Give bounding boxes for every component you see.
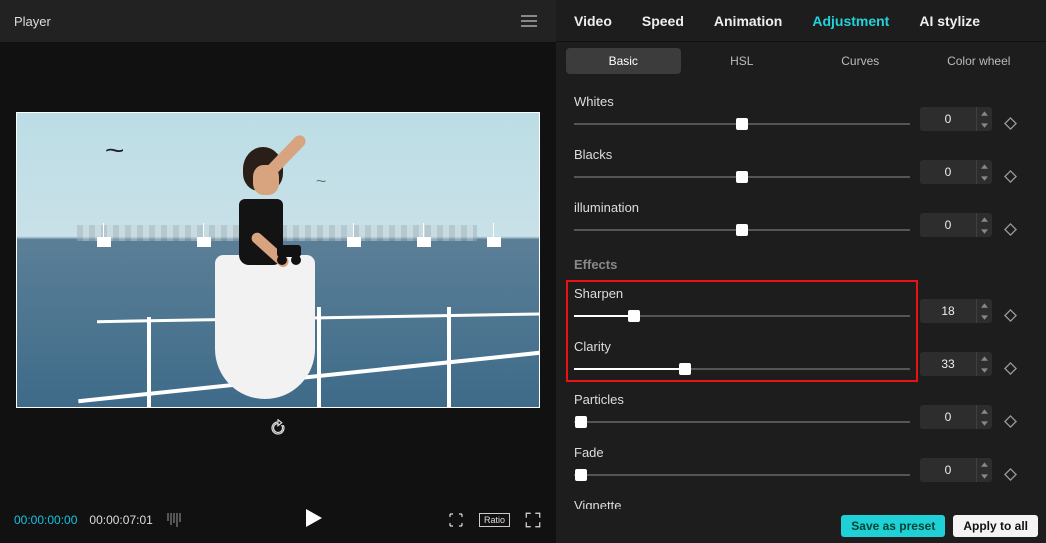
stepper-clarity[interactable] xyxy=(976,352,992,376)
chevron-up-icon xyxy=(977,299,992,311)
param-sharpen: Sharpen 18 xyxy=(556,278,1046,331)
tab-video[interactable]: Video xyxy=(574,13,612,29)
fullscreen-icon[interactable] xyxy=(524,511,542,529)
subtab-hsl[interactable]: HSL xyxy=(685,48,800,74)
param-particles: Particles 0 xyxy=(556,384,1046,437)
label-fade: Fade xyxy=(574,445,910,460)
chevron-down-icon xyxy=(977,470,992,482)
save-preset-button[interactable]: Save as preset xyxy=(841,515,945,537)
label-illumination: illumination xyxy=(574,200,910,215)
keyframe-blacks[interactable] xyxy=(1002,168,1018,184)
player-menu-button[interactable] xyxy=(516,8,542,34)
preview-frame[interactable]: ~ ~ xyxy=(16,112,540,408)
crop-icon[interactable] xyxy=(447,511,465,529)
subtab-basic[interactable]: Basic xyxy=(566,48,681,74)
chevron-up-icon xyxy=(977,160,992,172)
subtab-color-wheel[interactable]: Color wheel xyxy=(922,48,1037,74)
label-clarity: Clarity xyxy=(574,339,910,354)
chevron-down-icon xyxy=(977,311,992,323)
play-button[interactable] xyxy=(306,509,322,532)
apply-all-button[interactable]: Apply to all xyxy=(953,515,1038,537)
time-total: 00:00:07:01 xyxy=(89,513,152,527)
slider-particles[interactable] xyxy=(574,415,910,429)
slider-whites[interactable] xyxy=(574,117,910,131)
player-controls: 00:00:00:00 00:00:07:01 Ratio xyxy=(0,497,556,543)
stepper-illumination[interactable] xyxy=(976,213,992,237)
chevron-up-icon xyxy=(977,352,992,364)
slider-sharpen[interactable] xyxy=(574,309,910,323)
tab-animation[interactable]: Animation xyxy=(714,13,782,29)
chevron-down-icon xyxy=(977,417,992,429)
adjustment-panel: Video Speed Animation Adjustment AI styl… xyxy=(556,0,1046,543)
preview-area: ~ ~ xyxy=(0,42,556,497)
audio-meter-icon xyxy=(167,513,181,527)
adjust-body: Whites 0 Blacks xyxy=(556,80,1046,509)
keyframe-sharpen[interactable] xyxy=(1002,307,1018,323)
label-whites: Whites xyxy=(574,94,910,109)
player-panel: Player ~ ~ xyxy=(0,0,556,543)
label-sharpen: Sharpen xyxy=(574,286,910,301)
chevron-up-icon xyxy=(977,458,992,470)
chevron-down-icon xyxy=(977,364,992,376)
keyframe-clarity[interactable] xyxy=(1002,360,1018,376)
keyframe-whites[interactable] xyxy=(1002,115,1018,131)
slider-blacks[interactable] xyxy=(574,170,910,184)
sub-tabs: Basic HSL Curves Color wheel xyxy=(556,42,1046,80)
param-whites: Whites 0 xyxy=(556,86,1046,139)
keyframe-particles[interactable] xyxy=(1002,413,1018,429)
aspect-ratio-button[interactable]: Ratio xyxy=(479,513,510,527)
tab-adjustment[interactable]: Adjustment xyxy=(812,13,889,29)
player-title: Player xyxy=(14,14,51,29)
param-blacks: Blacks 0 xyxy=(556,139,1046,192)
slider-illumination[interactable] xyxy=(574,223,910,237)
stepper-whites[interactable] xyxy=(976,107,992,131)
chevron-down-icon xyxy=(977,225,992,237)
tab-ai-stylize[interactable]: AI stylize xyxy=(919,13,980,29)
refresh-icon[interactable] xyxy=(269,419,287,437)
param-illumination: illumination 0 xyxy=(556,192,1046,245)
value-illumination[interactable]: 0 xyxy=(920,213,992,237)
stepper-fade[interactable] xyxy=(976,458,992,482)
tab-speed[interactable]: Speed xyxy=(642,13,684,29)
slider-fade[interactable] xyxy=(574,468,910,482)
keyframe-fade[interactable] xyxy=(1002,466,1018,482)
param-clarity: Clarity 33 xyxy=(556,331,1046,384)
subtab-curves[interactable]: Curves xyxy=(803,48,918,74)
label-particles: Particles xyxy=(574,392,910,407)
label-vignette: Vignette xyxy=(574,498,910,509)
chevron-down-icon xyxy=(977,119,992,131)
keyframe-illumination[interactable] xyxy=(1002,221,1018,237)
chevron-up-icon xyxy=(977,107,992,119)
section-effects: Effects xyxy=(556,245,1046,278)
value-sharpen[interactable]: 18 xyxy=(920,299,992,323)
stepper-particles[interactable] xyxy=(976,405,992,429)
top-tabs: Video Speed Animation Adjustment AI styl… xyxy=(556,0,1046,42)
value-blacks[interactable]: 0 xyxy=(920,160,992,184)
param-fade: Fade 0 xyxy=(556,437,1046,490)
param-vignette: Vignette 0 xyxy=(556,490,1046,509)
chevron-up-icon xyxy=(977,213,992,225)
value-clarity[interactable]: 33 xyxy=(920,352,992,376)
chevron-up-icon xyxy=(977,405,992,417)
preview-scene: ~ ~ xyxy=(17,113,539,407)
time-current: 00:00:00:00 xyxy=(14,513,77,527)
panel-footer: Save as preset Apply to all xyxy=(556,509,1046,543)
stepper-blacks[interactable] xyxy=(976,160,992,184)
stepper-sharpen[interactable] xyxy=(976,299,992,323)
slider-clarity[interactable] xyxy=(574,362,910,376)
value-particles[interactable]: 0 xyxy=(920,405,992,429)
player-header: Player xyxy=(0,0,556,42)
value-whites[interactable]: 0 xyxy=(920,107,992,131)
value-fade[interactable]: 0 xyxy=(920,458,992,482)
chevron-down-icon xyxy=(977,172,992,184)
label-blacks: Blacks xyxy=(574,147,910,162)
